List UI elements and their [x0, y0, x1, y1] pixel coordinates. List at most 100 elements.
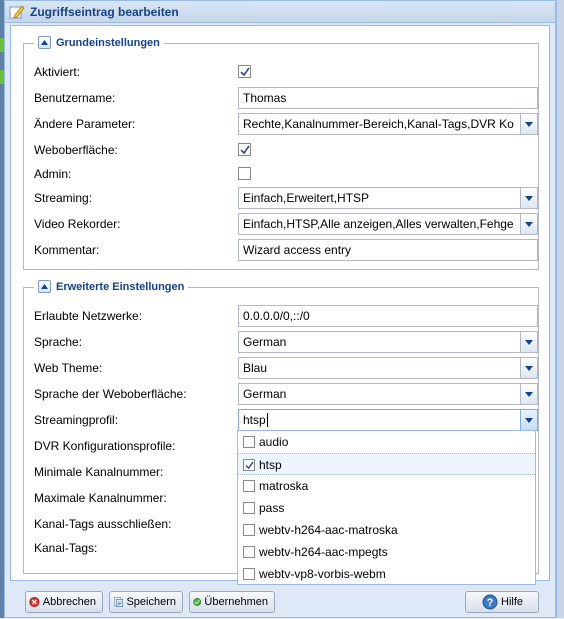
theme-label: Web Theme: — [34, 361, 103, 375]
change-params-select[interactable]: Rechte,Kanalnummer-Bereich,Kanal-Tags,DV… — [238, 113, 538, 135]
enabled-checkbox[interactable] — [238, 65, 251, 78]
theme-select[interactable]: Blau — [238, 357, 538, 379]
save-icon — [113, 597, 124, 607]
row-language: Sprache: German — [24, 331, 540, 353]
comment-input[interactable]: Wizard access entry — [238, 239, 538, 261]
basic-settings-title: Grundeinstellungen — [56, 36, 160, 49]
save-button[interactable]: Speichern — [109, 591, 183, 613]
collapse-basic-button[interactable] — [38, 36, 51, 49]
webui-checkbox[interactable] — [238, 143, 251, 156]
profile-dropdown-list[interactable]: audio htsp matroska pass webtv-h264-aac-… — [237, 430, 536, 585]
option-checkbox[interactable] — [243, 459, 255, 471]
ui-language-select[interactable]: German — [238, 383, 538, 405]
chevron-down-icon — [525, 391, 533, 397]
help-label: Hilfe — [501, 596, 524, 608]
streaming-select[interactable]: Einfach,Erweitert,HTSP — [238, 187, 538, 209]
row-admin: Admin: — [24, 163, 540, 185]
option-label: webtv-h264-aac-mpegts — [259, 545, 388, 559]
collapse-advanced-button[interactable] — [38, 280, 51, 293]
help-icon: ? — [482, 594, 498, 610]
row-theme: Web Theme: Blau — [24, 357, 540, 379]
profile-option-audio[interactable]: audio — [238, 431, 535, 453]
streaming-label: Streaming: — [34, 191, 93, 205]
language-trigger[interactable] — [520, 332, 537, 352]
row-ui-language: Sprache der Weboberfläche: German — [24, 383, 540, 405]
advanced-settings-legend: Erweiterte Einstellungen — [34, 280, 189, 293]
profile-select[interactable]: htsp — [238, 409, 538, 431]
profile-label: Streamingprofil: — [34, 413, 119, 427]
ui-language-label: Sprache der Weboberfläche: — [34, 387, 187, 401]
option-label: audio — [259, 435, 289, 449]
apply-label: Übernehmen — [204, 596, 268, 608]
theme-trigger[interactable] — [520, 358, 537, 378]
channel-tag-label: Kanal-Tags: — [34, 541, 98, 555]
comment-label: Kommentar: — [34, 243, 100, 257]
row-webui: Weboberfläche: — [24, 139, 540, 161]
dvr-select[interactable]: Einfach,HTSP,Alle anzeigen,Alles verwalt… — [238, 213, 538, 235]
profile-trigger[interactable] — [520, 410, 537, 430]
dialog-footer: Abbrechen Speichern Übernehmen ? Hilfe — [5, 585, 557, 619]
text-cursor — [266, 413, 268, 427]
dvr-trigger[interactable] — [520, 214, 537, 234]
row-profile: Streamingprofil: htsp — [24, 409, 540, 431]
dvr-label: Video Rekorder: — [34, 217, 121, 231]
row-change-params: Ändere Parameter: Rechte,Kanalnummer-Ber… — [24, 113, 540, 135]
background-scrollbar — [556, 0, 564, 618]
channel-min-label: Minimale Kanalnummer: — [34, 465, 164, 479]
enabled-label: Aktiviert: — [34, 65, 81, 79]
language-value: German — [243, 335, 287, 349]
dialog-titlebar[interactable]: Zugriffseintrag bearbeiten — [5, 1, 555, 23]
cancel-label: Abbrechen — [42, 596, 96, 608]
profile-option-pass[interactable]: pass — [238, 497, 535, 519]
advanced-settings-title: Erweiterte Einstellungen — [56, 280, 185, 293]
save-label: Speichern — [126, 596, 176, 608]
ui-language-value: German — [243, 387, 287, 401]
admin-checkbox[interactable] — [238, 167, 251, 180]
row-dvr: Video Rekorder: Einfach,HTSP,Alle anzeig… — [24, 213, 540, 235]
profile-option-matroska[interactable]: matroska — [238, 475, 535, 497]
option-checkbox[interactable] — [243, 480, 255, 492]
option-checkbox[interactable] — [243, 568, 255, 580]
change-params-trigger[interactable] — [520, 114, 537, 134]
streaming-trigger[interactable] — [520, 188, 537, 208]
svg-text:?: ? — [487, 597, 494, 609]
checkmark-icon — [240, 145, 250, 155]
channel-max-label: Maximale Kanalnummer: — [34, 491, 167, 505]
apply-button[interactable]: Übernehmen — [189, 591, 275, 613]
option-checkbox[interactable] — [243, 524, 255, 536]
webui-label: Weboberfläche: — [34, 143, 118, 157]
username-input[interactable]: Thomas — [238, 87, 538, 109]
option-checkbox[interactable] — [243, 436, 255, 448]
profile-value: htsp — [243, 413, 266, 427]
channel-tag-exclude-label: Kanal-Tags ausschließen: — [34, 517, 172, 531]
profile-option-htsp[interactable]: htsp — [238, 453, 535, 475]
row-enabled: Aktiviert: — [24, 61, 540, 83]
username-label: Benutzername: — [34, 91, 116, 105]
chevron-down-icon — [525, 195, 533, 201]
option-label: matroska — [259, 479, 309, 493]
collapse-up-icon — [41, 40, 48, 45]
change-params-value: Rechte,Kanalnummer-Bereich,Kanal-Tags,DV… — [243, 117, 514, 131]
collapse-up-icon — [41, 284, 48, 289]
chevron-down-icon — [525, 221, 533, 227]
networks-input[interactable]: 0.0.0.0/0,::/0 — [238, 305, 538, 327]
theme-value: Blau — [243, 361, 268, 375]
row-username: Benutzername: Thomas — [24, 87, 540, 109]
dialog-title: Zugriffseintrag bearbeiten — [30, 4, 179, 19]
language-select[interactable]: German — [238, 331, 538, 353]
profile-option-webtv-h264-aac-matroska[interactable]: webtv-h264-aac-matroska — [238, 519, 535, 541]
ui-language-trigger[interactable] — [520, 384, 537, 404]
cancel-button[interactable]: Abbrechen — [25, 591, 103, 613]
chevron-down-icon — [525, 365, 533, 371]
row-networks: Erlaubte Netzwerke: 0.0.0.0/0,::/0 — [24, 305, 540, 327]
profile-option-webtv-h264-aac-mpegts[interactable]: webtv-h264-aac-mpegts — [238, 541, 535, 563]
option-checkbox[interactable] — [243, 546, 255, 558]
language-label: Sprache: — [34, 335, 83, 349]
option-checkbox[interactable] — [243, 502, 255, 514]
admin-label: Admin: — [34, 167, 72, 181]
profile-option-webtv-vp8-vorbis-webm[interactable]: webtv-vp8-vorbis-webm — [238, 563, 535, 585]
help-button[interactable]: ? Hilfe — [465, 591, 539, 613]
apply-check-icon — [193, 598, 202, 606]
option-label: htsp — [259, 458, 282, 472]
dvr-config-label: DVR Konfigurationsprofile: — [34, 439, 176, 453]
